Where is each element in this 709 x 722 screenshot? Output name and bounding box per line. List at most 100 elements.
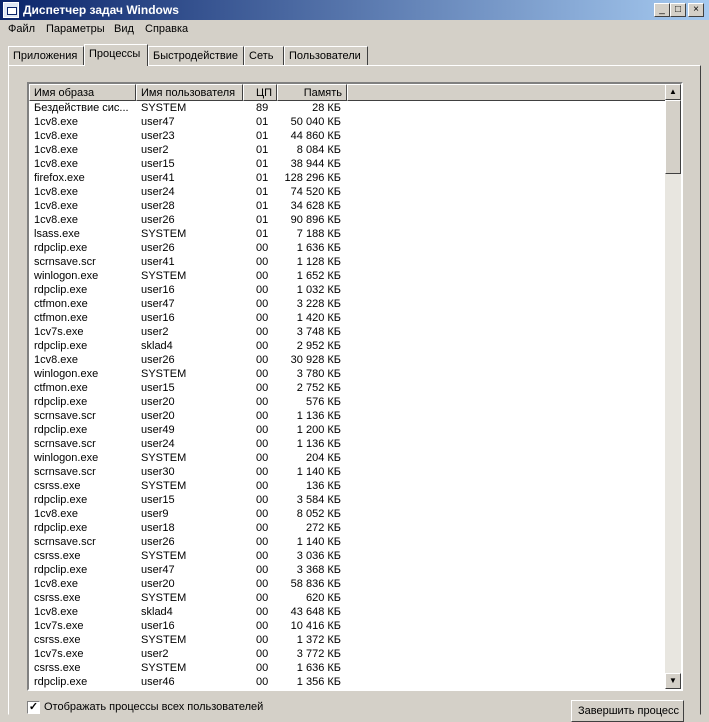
table-row[interactable]: 1cv8.exe user26 00 30 928 КБ [29, 353, 667, 367]
cell-image-name: csrss.exe [34, 592, 81, 604]
tab-network[interactable]: Сеть [244, 46, 284, 65]
table-row[interactable]: winlogon.exe SYSTEM 00 1 652 КБ [29, 269, 667, 283]
table-row[interactable]: rdpclip.exe user49 00 1 200 КБ [29, 423, 667, 437]
show-all-users-checkbox[interactable]: ✓ [27, 701, 40, 714]
table-row[interactable]: rdpclip.exe user46 00 1 356 КБ [29, 675, 667, 689]
table-row[interactable]: ctfmon.exe user15 00 2 752 КБ [29, 381, 667, 395]
cell-image-name: 1cv8.exe [34, 130, 79, 142]
cell-user-name: SYSTEM [141, 102, 187, 114]
cell-memory: 34 628 КБ [290, 200, 341, 212]
cell-image-name: rdpclip.exe [34, 676, 88, 688]
table-row[interactable]: 1cv8.exe user24 01 74 520 КБ [29, 185, 667, 199]
table-row[interactable]: scrnsave.scr user26 00 1 140 КБ [29, 535, 667, 549]
cell-memory: 38 944 КБ [290, 158, 341, 170]
tab-performance[interactable]: Быстродействие [148, 46, 244, 65]
cell-user-name: user23 [141, 130, 175, 142]
table-row[interactable]: csrss.exe SYSTEM 00 136 КБ [29, 479, 667, 493]
table-row[interactable]: csrss.exe SYSTEM 00 620 КБ [29, 591, 667, 605]
table-row[interactable]: rdpclip.exe user47 00 3 368 КБ [29, 563, 667, 577]
cell-user-name: user20 [141, 396, 175, 408]
cell-memory: 50 040 КБ [290, 116, 341, 128]
table-row[interactable]: scrnsave.scr user20 00 1 136 КБ [29, 409, 667, 423]
end-process-button[interactable]: Завершить процесс [571, 700, 684, 722]
cell-image-name: csrss.exe [34, 662, 81, 674]
table-row[interactable]: winlogon.exe SYSTEM 00 3 780 КБ [29, 367, 667, 381]
table-row[interactable]: rdpclip.exe user18 00 272 КБ [29, 521, 667, 535]
column-user-name[interactable]: Имя пользователя [136, 84, 243, 101]
cell-image-name: 1cv8.exe [34, 144, 79, 156]
table-row[interactable]: 1cv8.exe user47 01 50 040 КБ [29, 115, 667, 129]
scroll-up-icon[interactable]: ▲ [665, 84, 681, 100]
menu-file[interactable]: Файл [8, 23, 35, 35]
cell-memory: 1 652 КБ [296, 270, 341, 282]
tab-users[interactable]: Пользователи [284, 46, 368, 65]
cell-user-name: user9 [141, 508, 169, 520]
table-row[interactable]: firefox.exe user41 01 128 296 КБ [29, 171, 667, 185]
table-row[interactable]: csrss.exe SYSTEM 00 1 636 КБ [29, 661, 667, 675]
table-row[interactable]: 1cv8.exe user26 01 90 896 КБ [29, 213, 667, 227]
menu-help[interactable]: Справка [145, 23, 188, 35]
menu-view[interactable]: Вид [114, 23, 134, 35]
table-row[interactable]: ctfmon.exe user16 00 1 420 КБ [29, 311, 667, 325]
cell-image-name: firefox.exe [34, 172, 85, 184]
column-empty [347, 84, 667, 101]
cell-cpu: 00 [256, 326, 269, 338]
cell-memory: 2 752 КБ [296, 382, 341, 394]
table-row[interactable]: 1cv8.exe user23 01 44 860 КБ [29, 129, 667, 143]
table-row[interactable]: 1cv8.exe user28 01 34 628 КБ [29, 199, 667, 213]
scroll-thumb[interactable] [665, 100, 681, 174]
cell-memory: 128 296 КБ [284, 172, 341, 184]
cell-cpu: 01 [256, 158, 269, 170]
table-row[interactable]: lsass.exe SYSTEM 01 7 188 КБ [29, 227, 667, 241]
cell-memory: 136 КБ [305, 480, 341, 492]
table-row[interactable]: 1cv7s.exe user2 00 3 748 КБ [29, 325, 667, 339]
tab-applications[interactable]: Приложения [8, 46, 84, 65]
table-row[interactable]: scrnsave.scr user41 00 1 128 КБ [29, 255, 667, 269]
table-row[interactable]: csrss.exe SYSTEM 00 3 036 КБ [29, 549, 667, 563]
cell-user-name: user20 [141, 410, 175, 422]
cell-image-name: 1cv8.exe [34, 578, 79, 590]
cell-image-name: 1cv8.exe [34, 214, 79, 226]
table-row[interactable]: 1cv7s.exe user2 00 3 772 КБ [29, 647, 667, 661]
table-row[interactable]: ctfmon.exe user47 00 3 228 КБ [29, 297, 667, 311]
tab-processes[interactable]: Процессы [84, 44, 148, 66]
vertical-scrollbar[interactable]: ▲ ▼ [665, 84, 681, 689]
table-row[interactable]: scrnsave.scr user24 00 1 136 КБ [29, 437, 667, 451]
cell-image-name: rdpclip.exe [34, 396, 88, 408]
column-cpu[interactable]: ЦП [243, 84, 277, 101]
cell-user-name: SYSTEM [141, 228, 187, 240]
table-row[interactable]: rdpclip.exe sklad4 00 2 952 КБ [29, 339, 667, 353]
cell-memory: 1 420 КБ [296, 312, 341, 324]
table-row[interactable]: csrss.exe SYSTEM 00 1 372 КБ [29, 633, 667, 647]
cell-memory: 204 КБ [305, 452, 341, 464]
cell-cpu: 00 [256, 634, 269, 646]
close-button[interactable]: × [688, 3, 704, 17]
table-row[interactable]: 1cv8.exe user15 01 38 944 КБ [29, 157, 667, 171]
table-row[interactable]: 1cv8.exe user2 01 8 084 КБ [29, 143, 667, 157]
table-row[interactable]: rdpclip.exe user20 00 576 КБ [29, 395, 667, 409]
table-row[interactable]: 1cv8.exe user20 00 58 836 КБ [29, 577, 667, 591]
cell-user-name: user16 [141, 620, 175, 632]
table-row[interactable]: rdpclip.exe user16 00 1 032 КБ [29, 283, 667, 297]
table-row[interactable]: scrnsave.scr user30 00 1 140 КБ [29, 465, 667, 479]
process-list[interactable]: Имя образа Имя пользователя ЦП Память Бе… [27, 82, 683, 691]
scroll-down-icon[interactable]: ▼ [665, 673, 681, 689]
cell-cpu: 00 [256, 466, 269, 478]
column-memory[interactable]: Память [277, 84, 347, 101]
minimize-button[interactable]: _ [654, 3, 670, 17]
cell-image-name: scrnsave.scr [34, 466, 96, 478]
table-row[interactable]: Бездействие сис... SYSTEM 89 28 КБ [29, 101, 667, 115]
table-row[interactable]: rdpclip.exe user15 00 3 584 КБ [29, 493, 667, 507]
cell-user-name: user46 [141, 676, 175, 688]
table-row[interactable]: 1cv8.exe sklad4 00 43 648 КБ [29, 605, 667, 619]
column-image-name[interactable]: Имя образа [29, 84, 136, 101]
cell-cpu: 00 [256, 298, 269, 310]
maximize-button[interactable]: □ [670, 3, 686, 17]
cell-image-name: winlogon.exe [34, 368, 99, 380]
table-row[interactable]: winlogon.exe SYSTEM 00 204 КБ [29, 451, 667, 465]
table-row[interactable]: 1cv8.exe user9 00 8 052 КБ [29, 507, 667, 521]
table-row[interactable]: rdpclip.exe user26 00 1 636 КБ [29, 241, 667, 255]
cell-user-name: SYSTEM [141, 662, 187, 674]
menu-options[interactable]: Параметры [46, 23, 105, 35]
table-row[interactable]: 1cv7s.exe user16 00 10 416 КБ [29, 619, 667, 633]
